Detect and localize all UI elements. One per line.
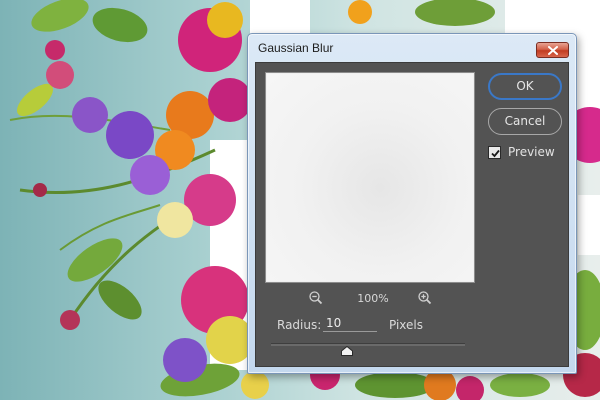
zoom-in-icon[interactable] — [417, 290, 433, 306]
dialog-title: Gaussian Blur — [258, 41, 334, 55]
close-button[interactable] — [536, 42, 569, 58]
cancel-button[interactable]: Cancel — [488, 108, 562, 135]
zoom-controls: 100% — [308, 290, 436, 306]
radius-slider-track[interactable] — [271, 343, 465, 346]
radius-input[interactable] — [323, 315, 377, 332]
gaussian-blur-dialog: Gaussian Blur 100% Radius: Pix — [247, 33, 577, 374]
preview-checkbox[interactable] — [488, 146, 501, 159]
blur-preview-image — [267, 74, 473, 281]
radius-units-label: Pixels — [389, 318, 424, 332]
zoom-level: 100% — [357, 292, 389, 305]
radius-slider-thumb[interactable] — [340, 346, 353, 356]
preview-label: Preview — [508, 145, 555, 159]
dialog-body: 100% Radius: Pixels OK Cancel Preview — [255, 62, 569, 367]
radius-label: Radius: — [277, 318, 322, 332]
close-icon — [548, 46, 558, 55]
ok-button[interactable]: OK — [488, 73, 562, 100]
dialog-title-bar[interactable]: Gaussian Blur — [248, 34, 576, 62]
blur-preview-window[interactable] — [265, 72, 475, 283]
checkmark-icon — [491, 149, 500, 158]
zoom-out-icon[interactable] — [308, 290, 324, 306]
